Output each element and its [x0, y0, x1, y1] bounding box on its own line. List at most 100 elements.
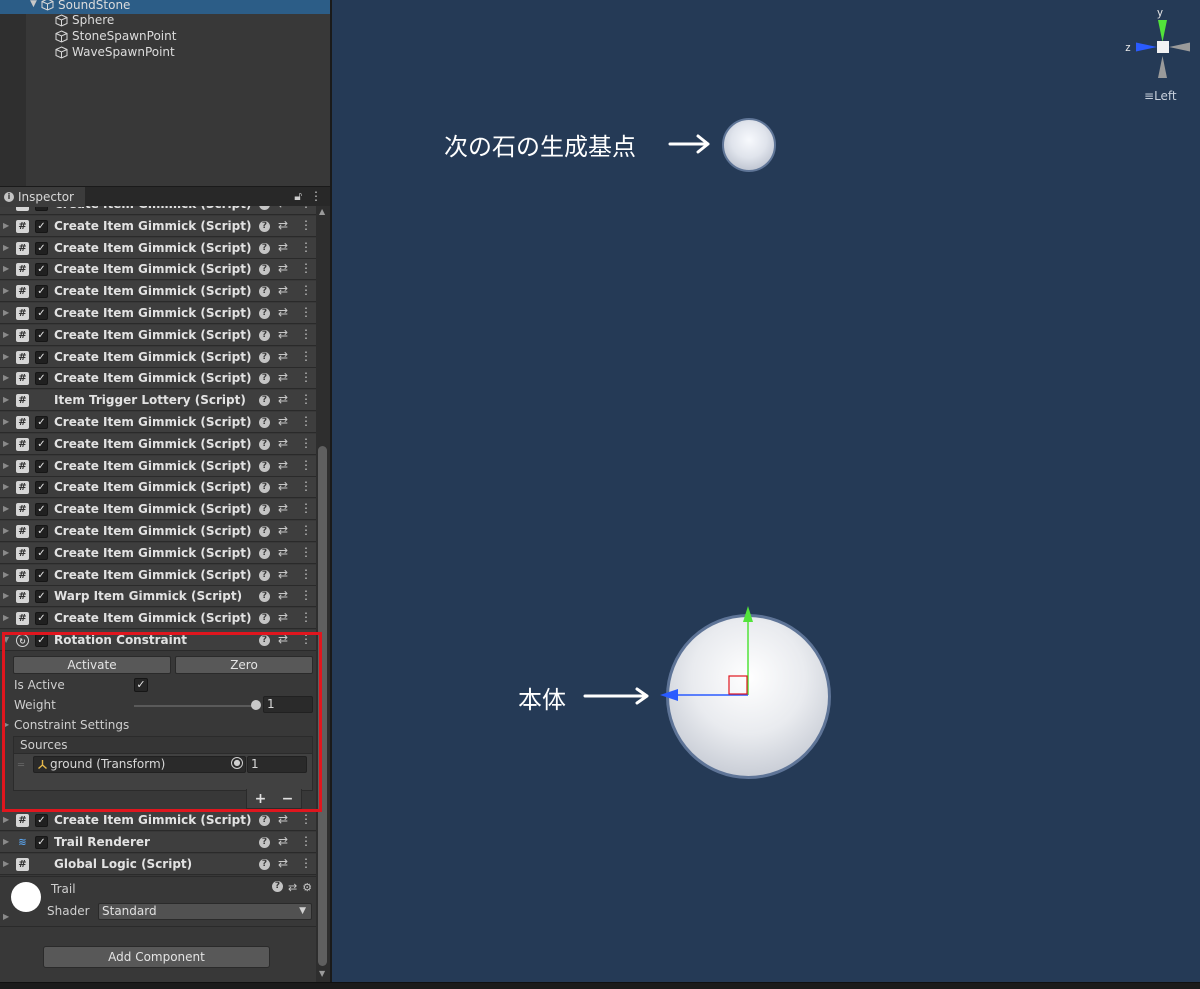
help-icon[interactable]: ?	[259, 591, 270, 603]
hierarchy-item-stonespawnpoint[interactable]: StoneSpawnPoint	[0, 29, 330, 45]
fold-arrow-icon[interactable]: ▶	[3, 221, 9, 230]
preset-icon[interactable]: ⇄	[278, 856, 288, 870]
help-icon[interactable]: ?	[259, 482, 270, 494]
lock-icon[interactable]: 🔓︎	[294, 189, 302, 204]
help-icon[interactable]: ?	[259, 329, 270, 341]
preset-icon[interactable]: ⇄	[278, 567, 288, 581]
preset-icon[interactable]: ⇄	[278, 218, 288, 232]
component-header[interactable]: ▶ # ✓ Create Item Gimmick (Script)? ⇄ ⋮	[0, 455, 316, 477]
preset-icon[interactable]: ⇄	[278, 436, 288, 450]
component-header[interactable]: ▶ ≋ ✓ Trail Renderer? ⇄ ⋮	[0, 831, 316, 853]
fold-arrow-icon[interactable]: ▶	[3, 352, 9, 361]
help-icon[interactable]: ?	[272, 881, 283, 892]
help-icon[interactable]: ?	[259, 417, 270, 428]
enabled-checkbox[interactable]: ✓	[35, 263, 48, 277]
fold-arrow-icon[interactable]: ▶	[3, 613, 9, 622]
preset-icon[interactable]: ⇄	[278, 523, 288, 537]
component-header[interactable]: ▶ # ✓ Create Item Gimmick (Script)? ⇄ ⋮	[0, 542, 316, 564]
help-icon[interactable]: ?	[259, 264, 270, 276]
kebab-menu-icon[interactable]: ⋮	[300, 501, 312, 515]
inspector-scrollbar[interactable]: ▲ ▼	[316, 206, 330, 982]
help-icon[interactable]: ?	[259, 220, 270, 232]
help-icon[interactable]: ?	[259, 438, 270, 450]
preset-icon[interactable]: ⇄	[278, 501, 288, 515]
component-header[interactable]: ▶ # ✓ Create Item Gimmick (Script)? ⇄ ⋮	[0, 412, 316, 433]
help-icon[interactable]: ?	[259, 547, 270, 559]
fold-arrow-icon[interactable]: ▶	[3, 912, 9, 921]
kebab-menu-icon[interactable]: ⋮	[300, 414, 312, 428]
weight-slider-track[interactable]	[134, 705, 256, 707]
component-header[interactable]: ▶ # ✓ Warp Item Gimmick (Script)? ⇄ ⋮	[0, 586, 316, 608]
enabled-checkbox[interactable]: ✓	[35, 416, 48, 429]
enabled-checkbox[interactable]: ✓	[35, 546, 48, 560]
kebab-menu-icon[interactable]: ⋮	[300, 632, 312, 646]
weight-slider-knob[interactable]	[251, 700, 261, 710]
kebab-menu-icon[interactable]: ⋮	[300, 834, 312, 848]
fold-arrow-icon[interactable]: ▶	[3, 548, 9, 557]
component-header[interactable]: ▶ # ✓ Create Item Gimmick (Script)? ⇄ ⋮	[0, 303, 316, 324]
weight-field[interactable]: 1	[263, 696, 313, 713]
kebab-menu-icon[interactable]: ⋮	[300, 261, 312, 275]
component-header[interactable]: ▶ # ✓ Create Item Gimmick (Script)? ⇄ ⋮	[0, 346, 316, 368]
help-icon[interactable]: ?	[259, 308, 270, 319]
enabled-checkbox[interactable]: ✓	[35, 219, 48, 233]
add-source-button[interactable]: +	[255, 791, 267, 807]
component-header[interactable]: ▶ # ✓ Create Item Gimmick (Script)? ⇄ ⋮	[0, 810, 316, 831]
kebab-menu-icon[interactable]: ⋮	[300, 588, 312, 602]
fold-arrow-icon[interactable]: ▶	[3, 504, 9, 513]
enabled-checkbox[interactable]: ✓	[35, 372, 48, 386]
kebab-menu-icon[interactable]: ⋮	[300, 327, 312, 341]
scene-view[interactable]: 次の石の生成基点 本体 y z ≡Left	[332, 0, 1200, 982]
remove-source-button[interactable]: −	[282, 791, 294, 807]
zero-button[interactable]: Zero	[175, 656, 313, 674]
preset-icon[interactable]: ⇄	[278, 283, 288, 297]
fold-arrow-icon[interactable]: ▶	[3, 461, 9, 470]
enabled-checkbox[interactable]: ✓	[35, 525, 48, 538]
component-header[interactable]: ▶ # ✓ Create Item Gimmick (Script)? ⇄ ⋮	[0, 259, 316, 281]
view-mode-toggle[interactable]: ≡Left	[1144, 89, 1177, 103]
preset-icon[interactable]: ⇄	[278, 392, 288, 406]
component-header[interactable]: ▶ # ✓ Create Item Gimmick (Script)? ⇄ ⋮	[0, 237, 316, 259]
preset-icon[interactable]: ⇄	[278, 240, 288, 254]
help-icon[interactable]: ?	[259, 613, 270, 625]
help-icon[interactable]: ?	[259, 836, 270, 848]
help-icon[interactable]: ?	[259, 351, 270, 363]
fold-arrow-icon[interactable]: ▶	[3, 570, 9, 579]
component-header[interactable]: ▶ # Item Trigger Lottery (Script)? ⇄ ⋮	[0, 390, 316, 412]
hierarchy-item-sphere[interactable]: Sphere	[0, 13, 330, 29]
component-header[interactable]: ▶ # ✓ Create Item Gimmick (Script)? ⇄ ⋮	[0, 499, 316, 521]
enabled-checkbox[interactable]: ✓	[35, 459, 48, 473]
kebab-menu-icon[interactable]: ⋮	[300, 479, 312, 493]
fold-arrow-icon[interactable]: ▶	[3, 373, 9, 382]
fold-arrow-icon[interactable]: ▶	[3, 837, 9, 846]
fold-arrow-icon[interactable]: ▶	[3, 591, 9, 600]
hierarchy-item-soundstone[interactable]: ▼ SoundStone	[0, 0, 330, 14]
fold-arrow-icon[interactable]: ▶	[3, 417, 9, 426]
shader-dropdown[interactable]: Standard ▼	[98, 903, 312, 920]
stone-spawn-point-sphere[interactable]	[722, 118, 776, 172]
enabled-checkbox[interactable]: ✓	[35, 634, 48, 647]
kebab-menu-icon[interactable]: ⋮	[300, 392, 312, 406]
fold-arrow-icon[interactable]: ▶	[3, 286, 9, 295]
enabled-checkbox[interactable]: ✓	[35, 612, 48, 626]
kebab-menu-icon[interactable]: ⋮	[300, 545, 312, 559]
component-header[interactable]: ▶ # ✓ Create Item Gimmick (Script)? ⇄ ⋮	[0, 433, 316, 455]
fold-arrow-icon[interactable]: ▶	[3, 330, 9, 339]
preset-icon[interactable]: ⇄	[278, 261, 288, 275]
help-icon[interactable]: ?	[259, 460, 270, 472]
scroll-thumb[interactable]	[318, 446, 327, 966]
help-icon[interactable]: ?	[259, 815, 270, 826]
kebab-menu-icon[interactable]: ⋮	[300, 523, 312, 537]
help-icon[interactable]: ?	[259, 526, 270, 537]
fold-arrow-icon[interactable]: ▶	[3, 859, 9, 868]
kebab-menu-icon[interactable]: ⋮	[300, 240, 312, 254]
source-object-field[interactable]: ground (Transform)	[33, 756, 246, 773]
help-icon[interactable]: ?	[259, 569, 270, 581]
component-header[interactable]: ▶ # ✓ Create Item Gimmick (Script)? ⇄ ⋮	[0, 324, 316, 346]
add-component-button[interactable]: Add Component	[43, 946, 270, 968]
preset-icon[interactable]: ⇄	[278, 414, 288, 428]
help-icon[interactable]: ?	[259, 858, 270, 870]
fold-arrow-icon[interactable]: ▶	[3, 526, 9, 535]
kebab-menu-icon[interactable]: ⋮	[300, 305, 312, 319]
component-header[interactable]: ▶ # ✓ Create Item Gimmick (Script)? ⇄ ⋮	[0, 521, 316, 542]
